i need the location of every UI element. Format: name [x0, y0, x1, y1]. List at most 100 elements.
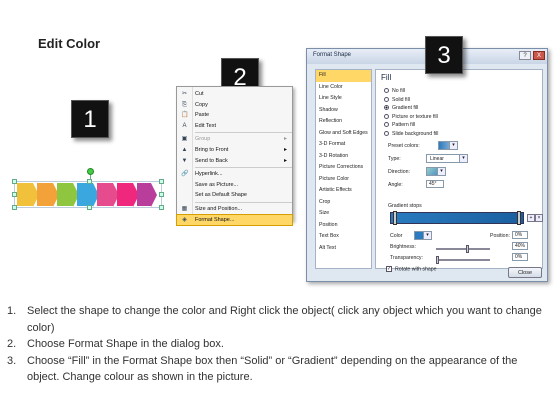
radio-icon[interactable]	[384, 113, 389, 119]
fill-option-pattern-fill[interactable]: Pattern fill	[384, 121, 415, 129]
gradient-stop-handle[interactable]	[393, 211, 397, 225]
menu-item-edit-text[interactable]: A Edit Text	[177, 121, 292, 132]
menu-item-size-and-position[interactable]: ▦ Size and Position...	[177, 204, 292, 215]
context-menu: ✂ Cut ⎘ Copy 📋 Paste A Edit Text ▣ Group ▸ ▲ Bring t…	[176, 86, 293, 227]
menu-item-cut[interactable]: ✂ Cut	[177, 89, 292, 100]
resize-handle[interactable]	[159, 179, 164, 184]
rotate-label: Rotate with shape	[395, 266, 437, 273]
fill-option-slide-background-fill[interactable]: Slide background fill	[384, 130, 438, 138]
radio-icon[interactable]	[384, 122, 389, 128]
rotate-with-shape-checkbox[interactable]: ✓ Rotate with shape	[386, 266, 437, 272]
fill-option-picture-or-texture-fill[interactable]: Picture or texture fill	[384, 113, 438, 121]
menu-item-label: Size and Position...	[195, 205, 243, 212]
nav-item-line-color[interactable]: Line Color	[316, 82, 371, 94]
add-stop-button[interactable]: +	[527, 214, 535, 222]
menu-item-label: Hyperlink...	[195, 171, 223, 178]
nav-item-artistic-effects[interactable]: Artistic Effects	[316, 185, 371, 197]
rotation-handle[interactable]	[87, 168, 94, 175]
shape-segment[interactable]	[117, 183, 133, 206]
close-icon[interactable]: X	[533, 51, 545, 60]
menu-item-label: Edit Text	[195, 122, 216, 129]
radio-icon[interactable]	[384, 105, 389, 111]
close-button[interactable]: Close	[508, 267, 542, 278]
nav-item-shadow[interactable]: Shadow	[316, 105, 371, 117]
nav-item-alt-text[interactable]: Alt Text	[316, 243, 371, 255]
nav-item-picture-corrections[interactable]: Picture Corrections	[316, 162, 371, 174]
shape-segment[interactable]	[37, 183, 53, 206]
shape-segment[interactable]	[97, 183, 113, 206]
transparency-slider[interactable]	[436, 256, 490, 264]
nav-item-picture-color[interactable]: Picture Color	[316, 174, 371, 186]
menu-item-copy[interactable]: ⎘ Copy	[177, 100, 292, 111]
menu-item-label: Set as Default Shape	[195, 192, 247, 199]
remove-stop-button[interactable]: ×	[535, 214, 543, 222]
menu-item-hyperlink[interactable]: 🔗 Hyperlink...	[177, 169, 292, 180]
shape-segment[interactable]	[137, 183, 151, 206]
menu-item-bring-to-front[interactable]: ▲ Bring to Front ▸	[177, 145, 292, 156]
nav-item-size[interactable]: Size	[316, 208, 371, 220]
nav-item-3-d-format[interactable]: 3-D Format	[316, 139, 371, 151]
gradient-stops-bar[interactable]	[390, 211, 524, 225]
menu-icon: ✂	[181, 91, 188, 97]
shape-segment[interactable]	[57, 183, 73, 206]
brightness-input[interactable]: 40%	[512, 242, 528, 250]
resize-handle[interactable]	[87, 205, 92, 210]
nav-item-reflection[interactable]: Reflection	[316, 116, 371, 128]
nav-item-crop[interactable]: Crop	[316, 197, 371, 209]
slider-knob[interactable]	[466, 245, 469, 253]
nav-item-3-d-rotation[interactable]: 3-D Rotation	[316, 151, 371, 163]
nav-item-line-style[interactable]: Line Style	[316, 93, 371, 105]
menu-item-format-shape[interactable]: ◈ Format Shape...	[176, 213, 293, 227]
checkbox-icon[interactable]: ✓	[386, 266, 392, 272]
step-badge-3: 3	[425, 36, 463, 74]
menu-item-save-as-picture[interactable]: Save as Picture...	[177, 180, 292, 191]
help-button[interactable]: ?	[519, 51, 531, 60]
radio-icon[interactable]	[384, 130, 389, 136]
resize-handle[interactable]	[12, 205, 17, 210]
fill-option-label: Slide background fill	[392, 130, 439, 137]
resize-handle[interactable]	[159, 205, 164, 210]
chevron-right-icon: ▸	[283, 157, 287, 164]
brightness-label: Brightness:	[390, 244, 416, 250]
menu-item-label: Send to Back	[195, 157, 228, 164]
menu-icon: ⎘	[182, 101, 187, 108]
radio-icon[interactable]	[384, 88, 389, 94]
menu-item-label: Paste	[195, 112, 210, 119]
page-title: Edit Color	[38, 36, 101, 51]
fill-option-solid-fill[interactable]: Solid fill	[384, 96, 410, 104]
angle-input[interactable]: 45°	[426, 180, 444, 188]
gradient-stop-handle[interactable]	[517, 211, 521, 225]
menu-item-set-as-default-shape[interactable]: Set as Default Shape	[177, 190, 292, 201]
color-picker[interactable]: ▾	[414, 231, 432, 240]
resize-handle[interactable]	[87, 179, 92, 184]
resize-handle[interactable]	[12, 179, 17, 184]
shape-segment[interactable]	[77, 183, 93, 206]
fill-panel: Fill No fill Solid fill Gradient fill Pictu…	[375, 69, 543, 272]
nav-item-fill[interactable]: Fill	[316, 70, 371, 82]
type-dropdown[interactable]: Linear ▾	[426, 154, 468, 163]
nav-item-text-box[interactable]: Text Box	[316, 231, 371, 243]
radio-icon[interactable]	[384, 96, 389, 102]
menu-item-paste[interactable]: 📋 Paste	[177, 110, 292, 121]
section-title: Fill	[381, 73, 392, 82]
gradient-stops-label: Gradient stops	[388, 203, 422, 209]
fill-option-gradient-fill[interactable]: Gradient fill	[384, 104, 418, 112]
fill-option-no-fill[interactable]: No fill	[384, 87, 405, 95]
nav-item-glow-and-soft-edges[interactable]: Glow and Soft Edges	[316, 128, 371, 140]
colored-shape-strip[interactable]	[12, 179, 164, 210]
slider-knob[interactable]	[436, 256, 439, 264]
color-label: Color	[390, 233, 403, 239]
transparency-label: Transparency:	[390, 255, 423, 261]
shape-segment[interactable]	[17, 183, 33, 206]
nav-item-position[interactable]: Position	[316, 220, 371, 232]
brightness-slider[interactable]	[436, 245, 490, 253]
position-input[interactable]: 0%	[512, 231, 528, 239]
direction-dropdown[interactable]: ▾	[426, 167, 446, 176]
preset-colors-dropdown[interactable]: ▾	[438, 141, 458, 150]
resize-handle[interactable]	[159, 192, 164, 197]
resize-handle[interactable]	[12, 192, 17, 197]
instruction-text: Select the shape to change the color and…	[27, 305, 542, 334]
transparency-input[interactable]: 0%	[512, 253, 528, 261]
category-nav: Fill Line Color Line Style Shadow Reflection…	[315, 69, 372, 269]
menu-item-send-to-back[interactable]: ▼ Send to Back ▸	[177, 156, 292, 167]
